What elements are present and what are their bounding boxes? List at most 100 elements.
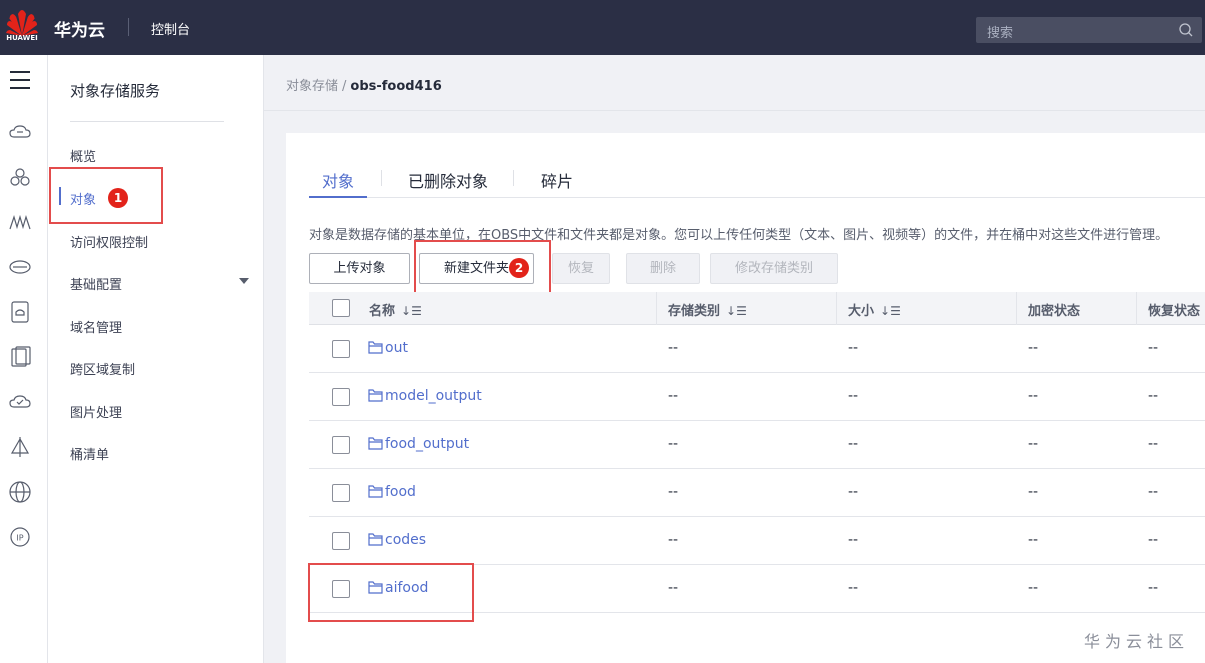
tab-divider — [513, 170, 514, 186]
size-cell: -- — [848, 484, 859, 500]
row-checkbox[interactable] — [332, 484, 350, 502]
side-divider — [70, 121, 224, 122]
column-header-encryption: 加密状态 — [1028, 304, 1081, 319]
active-tab-underline — [309, 196, 367, 198]
encryption-cell: -- — [1028, 436, 1039, 452]
highlight-box-create-folder — [414, 240, 551, 294]
change-storage-class-button[interactable]: 修改存储类别 — [710, 253, 838, 284]
column-header-restore-status: 恢复状态 — [1148, 304, 1201, 319]
folder-icon — [368, 341, 383, 354]
upload-object-button[interactable]: 上传对象 — [309, 253, 410, 284]
sort-icon[interactable]: ↓☰ — [726, 304, 747, 318]
service-title: 对象存储服务 — [70, 82, 161, 100]
globe-icon[interactable] — [8, 480, 32, 504]
restore-status-cell: -- — [1148, 580, 1159, 596]
side-item-domain-management[interactable]: 域名管理 — [70, 317, 122, 336]
tab-deleted-objects[interactable]: 已删除对象 — [408, 168, 488, 192]
column-divider — [656, 292, 657, 325]
encryption-cell: -- — [1028, 388, 1039, 404]
object-name-link[interactable]: codes — [385, 532, 426, 548]
storage-class-cell: -- — [668, 484, 679, 500]
tab-divider — [381, 170, 382, 186]
table-row: food -- -- -- -- — [309, 469, 1205, 517]
column-header-storage-class[interactable]: 存储类别 ↓☰ — [668, 300, 747, 319]
console-link[interactable]: 控制台 — [151, 19, 190, 38]
service-icon-rail: IP — [0, 55, 48, 663]
object-name-link[interactable]: food — [385, 484, 416, 500]
tab-objects[interactable]: 对象 — [322, 168, 354, 192]
side-item-image-processing[interactable]: 图片处理 — [70, 402, 122, 421]
size-cell: -- — [848, 388, 859, 404]
obs-side-menu: 对象存储服务 概览 对象 访问权限控制 基础配置 域名管理 跨区域复制 图片处理… — [48, 55, 264, 663]
side-item-cross-region-replication[interactable]: 跨区域复制 — [70, 359, 135, 378]
top-bar: HUAWEI 华为云 控制台 搜索 — [0, 0, 1205, 55]
restore-status-cell: -- — [1148, 340, 1159, 356]
column-size-label: 大小 — [848, 304, 875, 319]
breadcrumb-parent[interactable]: 对象存储 — [286, 79, 338, 94]
cloud-icon[interactable] — [8, 120, 32, 144]
server-icon[interactable] — [8, 345, 32, 369]
size-cell: -- — [848, 436, 859, 452]
ip-icon[interactable]: IP — [8, 525, 32, 549]
brand-divider — [128, 18, 129, 36]
watermark: 华为云社区 — [1084, 632, 1190, 651]
delete-button[interactable]: 删除 — [626, 253, 700, 284]
table-row: model_output -- -- -- -- — [309, 373, 1205, 421]
storage-icon[interactable] — [8, 300, 32, 324]
nodes-icon[interactable] — [8, 165, 32, 189]
column-name-label: 名称 — [369, 304, 396, 319]
disk-icon[interactable] — [8, 255, 32, 279]
sort-icon[interactable]: ↓☰ — [880, 304, 901, 318]
folder-icon — [368, 485, 383, 498]
pin-icon[interactable] — [8, 435, 32, 459]
tab-fragments[interactable]: 碎片 — [541, 168, 573, 192]
search-placeholder: 搜索 — [987, 26, 1014, 41]
side-item-inventory[interactable]: 桶清单 — [70, 444, 109, 463]
encryption-cell: -- — [1028, 340, 1039, 356]
breadcrumb-divider — [264, 110, 1205, 111]
chevron-down-icon[interactable] — [239, 278, 249, 284]
side-item-overview[interactable]: 概览 — [70, 146, 96, 165]
sort-icon[interactable]: ↓☰ — [401, 304, 422, 318]
column-divider — [1016, 292, 1017, 325]
restore-status-cell: -- — [1148, 388, 1159, 404]
size-cell: -- — [848, 532, 859, 548]
table-row: codes -- -- -- -- — [309, 517, 1205, 565]
layers-icon[interactable] — [8, 210, 32, 234]
column-divider — [836, 292, 837, 325]
highlight-box-aifood — [308, 563, 474, 622]
folder-icon — [368, 437, 383, 450]
row-checkbox[interactable] — [332, 532, 350, 550]
step-badge-2: 2 — [509, 258, 529, 278]
huawei-logo[interactable] — [4, 8, 40, 48]
column-class-label: 存储类别 — [668, 304, 721, 319]
step-badge-1: 1 — [108, 188, 128, 208]
object-name-link[interactable]: model_output — [385, 388, 482, 404]
object-name-link[interactable]: food_output — [385, 436, 469, 452]
folder-icon — [368, 533, 383, 546]
search-input[interactable]: 搜索 — [976, 17, 1202, 43]
row-checkbox[interactable] — [332, 388, 350, 406]
restore-status-cell: -- — [1148, 484, 1159, 500]
size-cell: -- — [848, 340, 859, 356]
breadcrumb: 对象存储 / obs-food416 — [286, 75, 442, 94]
restore-button[interactable]: 恢复 — [552, 253, 610, 284]
table-row: out -- -- -- -- — [309, 325, 1205, 373]
column-header-name[interactable]: 名称 ↓☰ — [369, 300, 422, 319]
row-checkbox[interactable] — [332, 340, 350, 358]
logo-text: HUAWEI — [6, 34, 38, 42]
object-name-link[interactable]: out — [385, 340, 408, 356]
column-header-size[interactable]: 大小 ↓☰ — [848, 300, 901, 319]
svg-text:IP: IP — [16, 534, 23, 543]
select-all-checkbox[interactable] — [332, 299, 350, 317]
side-item-access-control[interactable]: 访问权限控制 — [70, 232, 148, 251]
side-item-basic-config[interactable]: 基础配置 — [70, 274, 122, 293]
cloud-check-icon[interactable] — [8, 390, 32, 414]
encryption-cell: -- — [1028, 484, 1039, 500]
brand-name[interactable]: 华为云 — [54, 16, 105, 41]
breadcrumb-separator: / — [342, 79, 347, 94]
menu-icon[interactable] — [10, 71, 30, 89]
storage-class-cell: -- — [668, 340, 679, 356]
row-checkbox[interactable] — [332, 436, 350, 454]
search-icon[interactable] — [1178, 22, 1194, 38]
